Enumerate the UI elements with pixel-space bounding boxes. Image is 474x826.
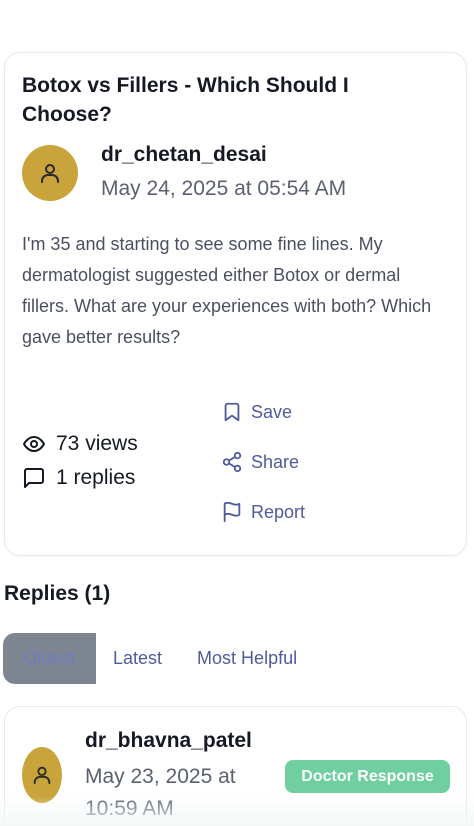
post-date: May 24, 2025 at 05:54 AM xyxy=(101,177,347,200)
bottom-fade xyxy=(0,796,474,826)
avatar[interactable] xyxy=(22,145,78,201)
views-stat: 73 views xyxy=(22,432,138,456)
bookmark-icon xyxy=(224,402,240,422)
sort-tabs: Oldest Latest Most Helpful xyxy=(3,633,297,684)
reply-author[interactable]: dr_bhavna_patel xyxy=(85,729,252,753)
report-button[interactable]: Report xyxy=(221,501,305,523)
views-count: 73 views xyxy=(56,432,138,455)
avatar[interactable] xyxy=(22,747,62,803)
doctor-response-badge: Doctor Response xyxy=(285,760,450,793)
share-label: Share xyxy=(251,451,300,472)
post-card: Botox vs Fillers - Which Should I Choose… xyxy=(4,52,467,556)
replies-stat: 1 replies xyxy=(22,466,135,490)
save-label: Save xyxy=(251,401,293,422)
post-body: I'm 35 and starting to see some fine lin… xyxy=(22,234,432,347)
tab-most-helpful[interactable]: Most Helpful xyxy=(197,648,297,669)
share-button[interactable]: Share xyxy=(221,451,299,473)
replies-count: 1 replies xyxy=(56,466,136,489)
post-author[interactable]: dr_chetan_desai xyxy=(101,143,267,167)
save-button[interactable]: Save xyxy=(221,401,292,423)
post-title: Botox vs Fillers - Which Should I Choose… xyxy=(22,74,349,126)
tab-oldest[interactable]: Oldest xyxy=(3,633,96,684)
replies-heading: Replies (1) xyxy=(4,582,111,605)
tab-latest[interactable]: Latest xyxy=(113,648,162,669)
user-icon xyxy=(33,766,51,785)
flag-icon xyxy=(223,501,241,523)
user-icon xyxy=(41,164,59,183)
share-icon xyxy=(222,451,242,473)
eye-icon xyxy=(23,436,45,452)
report-label: Report xyxy=(251,501,306,522)
chat-bubble-icon xyxy=(24,468,44,488)
